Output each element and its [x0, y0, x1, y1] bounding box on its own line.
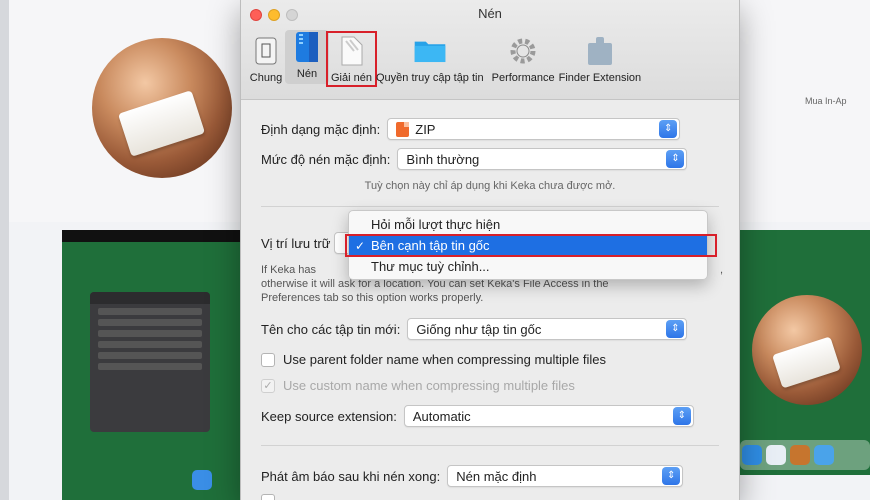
tab-general[interactable]: Chung — [247, 34, 285, 84]
tab-extract[interactable]: Giải nén — [326, 31, 377, 87]
default-format-label: Định dạng mặc định: — [261, 121, 381, 137]
extension-icon — [583, 34, 617, 68]
selection-highlight — [345, 234, 717, 257]
chevron-updown-icon: ⇕ — [666, 320, 685, 338]
chevron-updown-icon: ⇕ — [672, 407, 691, 425]
divider — [261, 206, 719, 207]
zip-icon — [396, 121, 410, 137]
gear-icon — [506, 34, 540, 68]
compression-level-row: Mức độ nén mặc định: Bình thường ⇕ — [261, 148, 688, 170]
compression-level-select[interactable]: Bình thường ⇕ — [397, 148, 688, 170]
tab-file-access[interactable]: Quyền truy cập tập tin — [374, 34, 486, 84]
use-parent-checkbox[interactable] — [261, 352, 275, 367]
preview-window — [90, 292, 210, 432]
preferences-window: Nén Chung Nén Giải nén Quyền truy cập tậ… — [240, 0, 740, 500]
keka-logo-small — [752, 295, 862, 405]
sound-label: Phát âm báo sau khi nén xong: — [261, 468, 441, 484]
menu-item-ask[interactable]: Hỏi mỗi lượt thực hiện — [349, 214, 707, 235]
chevron-updown-icon: ⇕ — [666, 150, 685, 168]
preferences-toolbar: Chung Nén Giải nén Quyền truy cập tập ti… — [247, 30, 644, 87]
chevron-updown-icon: ⇕ — [662, 467, 681, 485]
compress-settings-panel: Định dạng mặc định: ZIP ⇕ Mức độ nén mặc… — [241, 100, 739, 500]
new-name-select[interactable]: Giống như tập tin gốc ⇕ — [407, 318, 688, 340]
use-parent-checkbox-row[interactable]: Use parent folder name when compressing … — [261, 352, 606, 367]
use-custom-checkbox: ✓ — [261, 378, 275, 393]
keep-extension-row: Keep source extension: Automatic ⇕ — [261, 405, 694, 427]
tab-performance[interactable]: Performance — [490, 34, 557, 84]
compression-level-label: Mức độ nén mặc định: — [261, 151, 391, 167]
extract-file-icon — [334, 34, 368, 68]
dock-left — [190, 465, 235, 490]
new-name-label: Tên cho các tập tin mới: — [261, 321, 401, 337]
use-custom-checkbox-row: ✓ Use custom name when compressing multi… — [261, 378, 575, 393]
tab-finder-extension[interactable]: Finder Extension — [557, 34, 644, 84]
keep-extension-label: Keep source extension: — [261, 408, 397, 424]
new-name-row: Tên cho các tập tin mới: Giống như tập t… — [261, 318, 688, 340]
default-format-select[interactable]: ZIP ⇕ — [387, 118, 681, 140]
chevron-updown-icon: ⇕ — [659, 120, 678, 138]
window-titlebar: Nén Chung Nén Giải nén Quyền truy cập tậ… — [241, 0, 739, 100]
sound-select[interactable]: Nén mặc định ⇕ — [447, 465, 684, 487]
divider — [261, 445, 719, 446]
sound-row: Phát âm báo sau khi nén xong: Nén mặc đị… — [261, 465, 684, 487]
dock-right — [740, 440, 870, 470]
phone-switch-icon — [249, 34, 283, 68]
settings-hint: Tuỳ chọn này chỉ áp dụng khi Keka chưa đ… — [364, 180, 616, 192]
purchase-link[interactable]: Mua In-Ap — [805, 96, 847, 106]
menu-item-custom-folder[interactable]: Thư mục tuỳ chỉnh... — [349, 256, 707, 277]
keka-logo — [92, 38, 232, 178]
keep-extension-select[interactable]: Automatic ⇕ — [403, 405, 694, 427]
next-checkbox[interactable] — [261, 494, 275, 500]
tab-compress[interactable]: Nén — [285, 30, 329, 84]
save-location-label: Vị trí lưu trữ — [261, 235, 331, 251]
next-checkbox-row[interactable] — [261, 494, 283, 500]
default-format-row: Định dạng mặc định: ZIP ⇕ — [261, 118, 681, 140]
left-strip — [0, 0, 9, 500]
compress-file-icon — [290, 30, 324, 64]
folder-icon — [413, 34, 447, 68]
window-title: Nén — [478, 6, 502, 21]
